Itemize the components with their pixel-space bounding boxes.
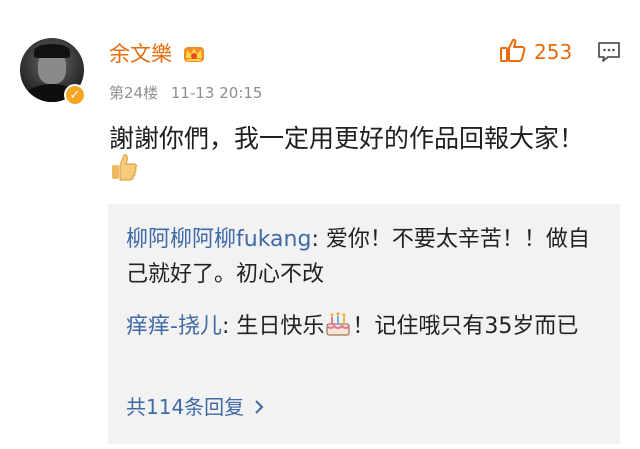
avatar-hair [34, 44, 70, 58]
post-datetime: 11-13 20:15 [170, 84, 263, 102]
more-replies-label: 共114条回复 [126, 395, 245, 419]
comment-icon[interactable] [596, 40, 622, 64]
reply-item: 柳阿柳阿柳fukang: 爱你！不要太辛苦！！做自己就好了。初心不改 [126, 222, 606, 292]
crown-icon[interactable] [181, 40, 207, 66]
post-content: 謝謝你們，我一定用更好的作品回報大家！ [109, 124, 585, 153]
reply-text-after: ！记住哦只有35岁而已 [352, 314, 579, 339]
replies-panel: 柳阿柳阿柳fukang: 爱你！不要太辛苦！！做自己就好了。初心不改 痒痒-挠儿… [108, 204, 620, 444]
like-count[interactable]: 253 [534, 40, 572, 64]
reply-text-before: : 生日快乐 [221, 314, 325, 339]
verified-badge-icon: ✓ [64, 84, 86, 106]
reply-author[interactable]: 痒痒-挠儿 [126, 314, 222, 339]
birthday-cake-icon [326, 312, 351, 336]
reply-item: 痒痒-挠儿: 生日快乐 ！记住哦只有35岁而已 [126, 309, 606, 344]
thumbs-up-emoji-icon [112, 154, 137, 181]
more-replies-link[interactable]: 共114条回复 [126, 394, 264, 420]
thumbs-up-icon[interactable] [499, 36, 527, 64]
chevron-right-icon [255, 400, 264, 414]
post-meta: 第24楼 11-13 20:15 [109, 83, 262, 103]
reply-author[interactable]: 柳阿柳阿柳fukang [126, 227, 311, 252]
floor-label: 第24楼 [109, 84, 159, 102]
username[interactable]: 余文樂 [109, 41, 172, 67]
